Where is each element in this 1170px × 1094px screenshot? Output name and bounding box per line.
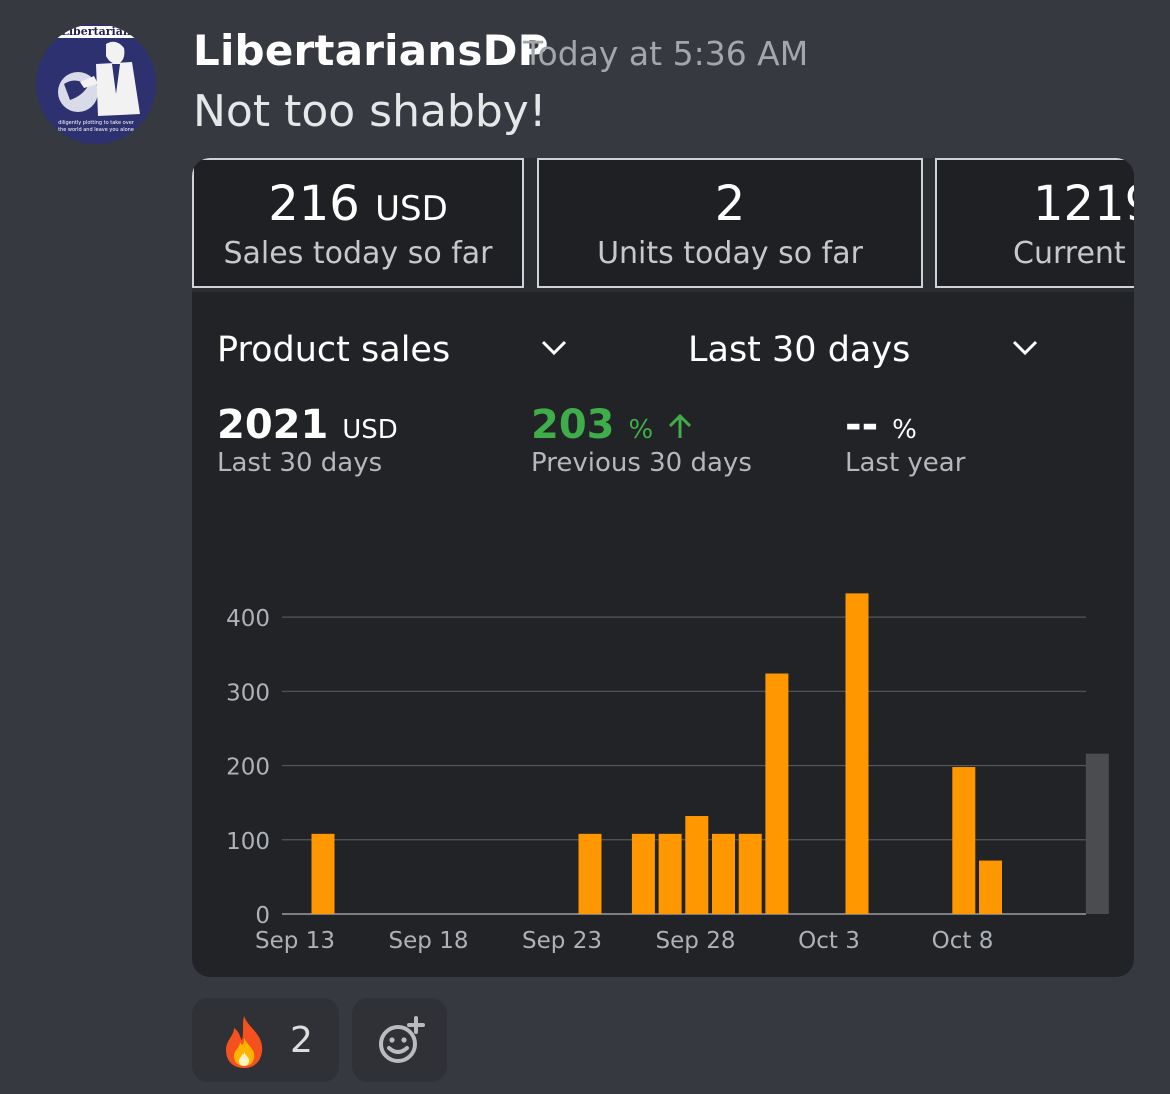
metric-label: Last 30 days [217, 448, 383, 478]
y-tick-label: 300 [226, 680, 270, 706]
message-timestamp: Today at 5:36 AM [523, 34, 809, 73]
add-reaction-icon [379, 1016, 425, 1063]
stat-current: 1219 Current [935, 158, 1134, 288]
fire-icon [226, 1016, 263, 1068]
reaction-fire[interactable]: 2 [192, 998, 339, 1082]
stat-label: Units today so far [597, 236, 863, 271]
x-tick-label: Sep 28 [656, 928, 736, 954]
avatar-banner-text: Libertarian [61, 25, 131, 38]
author-name[interactable]: LibertariansDP [193, 26, 549, 75]
y-tick-label: 0 [255, 903, 270, 929]
avatar-caption-line2: the world and leave you alone [58, 127, 134, 133]
stat-units-today: 2 Units today so far [537, 158, 923, 288]
avatar-illustration: Libertarian diligently plotting to take … [36, 24, 156, 144]
attached-screenshot[interactable]: 216 USD Sales today so far 2 Units today… [192, 158, 1134, 977]
x-tick-label: Sep 13 [255, 928, 335, 954]
y-tick-label: 200 [226, 755, 270, 781]
bar [952, 767, 976, 914]
add-reaction-button[interactable] [352, 998, 447, 1082]
metric-unit: % [892, 415, 917, 445]
metric-unit: % [628, 415, 654, 445]
x-tick-label: Oct 8 [932, 928, 994, 954]
stat-sales-today: 216 USD Sales today so far [192, 158, 524, 288]
bar [578, 833, 602, 914]
arrow-up-icon [669, 413, 692, 438]
chevron-down-icon[interactable] [540, 338, 568, 358]
x-tick-label: Sep 18 [389, 928, 469, 954]
metric-unit: USD [342, 415, 398, 445]
stat-value: 1219 [1033, 176, 1134, 232]
x-tick-label: Sep 23 [522, 928, 602, 954]
metric-value: 203 [531, 402, 615, 448]
bar [311, 833, 335, 914]
stat-unit: USD [375, 189, 448, 229]
stat-value: 2 [714, 176, 746, 232]
bar [712, 833, 735, 914]
metric-change-previous: 203 % [531, 402, 693, 448]
metric-total: 2021 USD [217, 402, 398, 448]
bar [845, 593, 869, 914]
metric-value: -- [845, 402, 879, 448]
metric-label: Last year [845, 448, 966, 478]
metric-change-last-year: -- % [845, 402, 917, 448]
reaction-count: 2 [290, 1020, 313, 1061]
chevron-down-icon[interactable] [1011, 338, 1039, 358]
bar [979, 860, 1002, 914]
bar [1085, 753, 1109, 914]
period-selector[interactable]: Last 30 days [688, 330, 910, 370]
bar [685, 816, 709, 914]
bar [658, 833, 682, 914]
y-tick-label: 400 [226, 606, 270, 632]
bar [738, 833, 762, 914]
message-text: Not too shabby! [193, 86, 547, 137]
stat-value: 216 [268, 176, 360, 232]
metric-value: 2021 [217, 402, 329, 448]
sales-bar-chart: 0 100 200 300 400 Sep 13 Sep 18 Sep 23 Sep 28 Oct… [226, 593, 1109, 954]
x-tick-label: Oct 3 [798, 928, 860, 954]
avatar-caption-line1: diligently plotting to take over [58, 120, 135, 126]
metric-selector[interactable]: Product sales [217, 330, 450, 370]
stat-label: Current [1013, 236, 1126, 271]
metric-label: Previous 30 days [531, 448, 752, 478]
bar [765, 673, 789, 914]
stat-label: Sales today so far [223, 236, 493, 271]
stats-row: 216 USD Sales today so far 2 Units today… [192, 158, 1134, 292]
y-tick-label: 100 [226, 829, 270, 855]
bar [631, 833, 655, 914]
avatar[interactable]: Libertarian diligently plotting to take … [36, 24, 156, 144]
